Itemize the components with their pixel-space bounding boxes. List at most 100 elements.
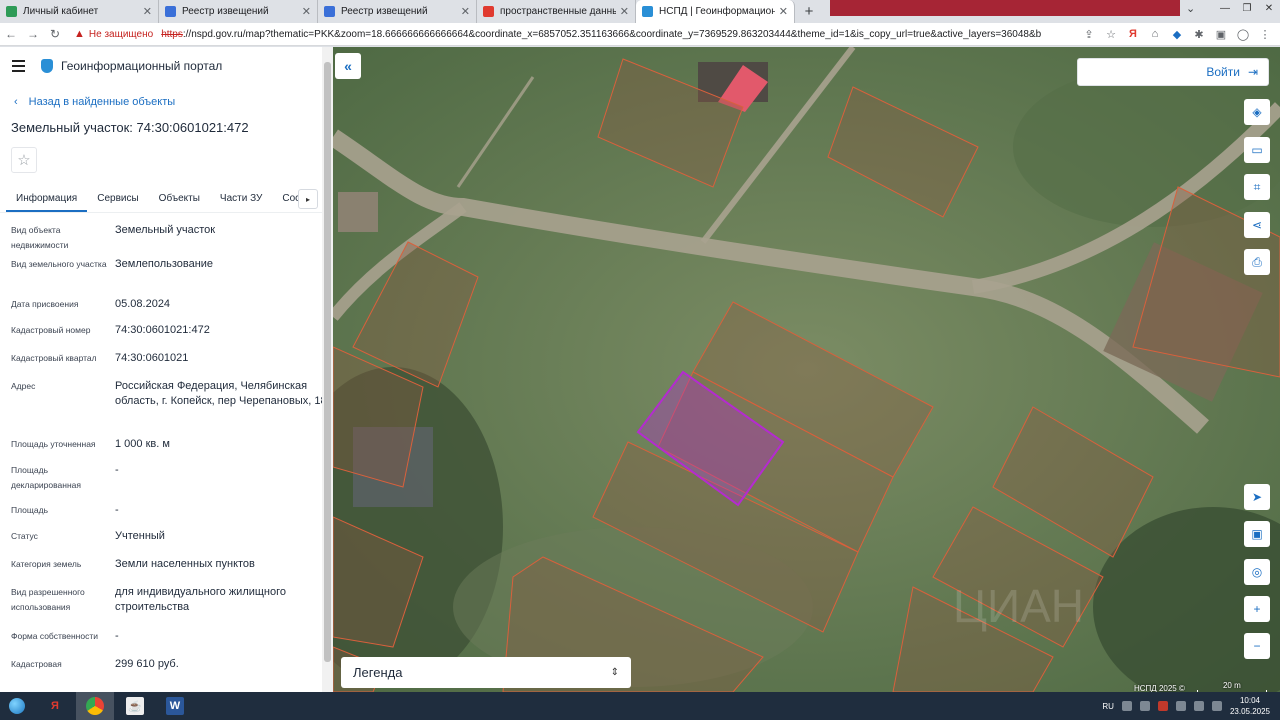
maximize-icon[interactable]: ❐ bbox=[1236, 0, 1258, 16]
plus-icon: + bbox=[1253, 602, 1261, 616]
info-tab[interactable]: Части ЗУ bbox=[210, 187, 272, 212]
bookmark-star-icon[interactable]: ☆ bbox=[1104, 27, 1118, 41]
menu-kebab-icon[interactable]: ⋮ bbox=[1258, 27, 1272, 41]
taskbar-word[interactable]: W bbox=[156, 692, 194, 720]
tray-icon[interactable] bbox=[1121, 701, 1132, 711]
info-tab[interactable]: Объекты bbox=[149, 187, 210, 212]
chevron-updown-icon: ⇕ bbox=[610, 667, 619, 678]
taskbar-chrome[interactable] bbox=[76, 692, 114, 720]
back-to-results-link[interactable]: ‹ Назад в найденные объекты bbox=[14, 96, 333, 108]
close-tab-icon[interactable]: ✕ bbox=[461, 5, 470, 18]
extension-blue-icon[interactable]: ◆ bbox=[1170, 27, 1184, 41]
select-area-button[interactable]: ⌗ bbox=[1244, 174, 1270, 200]
url-scheme: https bbox=[161, 28, 183, 40]
attribute-value: - bbox=[115, 504, 119, 516]
browser-tab[interactable]: Личный кабинет ✕ bbox=[0, 0, 159, 23]
attribute-key: Вид объекта недвижимости bbox=[11, 225, 69, 250]
minimap-button[interactable]: ▣ bbox=[1244, 521, 1270, 547]
extensions-puzzle-icon[interactable]: ✱ bbox=[1192, 27, 1206, 41]
tab-search-chevron-icon[interactable]: ⌄ bbox=[1186, 2, 1195, 15]
attribute-key: Площадь bbox=[11, 505, 49, 515]
forward-arrow-icon[interactable]: → bbox=[22, 27, 44, 41]
tray-icon[interactable] bbox=[1175, 701, 1186, 711]
windows-logo-icon bbox=[9, 698, 25, 714]
building bbox=[338, 192, 378, 232]
address-bar-actions: ⇪ ☆ Я ⌂ ◆ ✱ ▣ ◯ ⋮ bbox=[1082, 27, 1272, 41]
attribute-key: Форма собственности bbox=[11, 631, 98, 641]
browser-tab[interactable]: НСПД | Геоинформационный п ✕ bbox=[636, 0, 795, 23]
tray-icon[interactable] bbox=[1139, 701, 1150, 711]
attribute-row: Адрес Российская Федерация, Челябинская о… bbox=[11, 375, 333, 433]
object-title: Земельный участок: 74:30:0601021:472 bbox=[11, 120, 249, 135]
attribute-row: Площадь уточненная 1 000 кв. м bbox=[11, 433, 333, 459]
attribute-key: Площадь декларированная bbox=[11, 465, 81, 490]
yandex-extension-icon[interactable]: Я bbox=[1126, 27, 1140, 41]
minimize-icon[interactable]: — bbox=[1214, 0, 1236, 16]
taskbar-java[interactable]: ☕ bbox=[116, 692, 154, 720]
taskbar-yandex[interactable]: Я bbox=[36, 692, 74, 720]
network-icon[interactable] bbox=[1193, 701, 1204, 711]
collapse-panel-button[interactable]: « bbox=[335, 53, 361, 79]
share-map-button[interactable]: ⋖ bbox=[1244, 212, 1270, 238]
map-view[interactable]: ЦИАН « Войти ⇥ ◈ ▭ ⌗ ⋖ ⎙ ➤ ▣ ◎ + − Леген… bbox=[333, 47, 1280, 692]
window-controls: — ❐ ✕ bbox=[1214, 0, 1280, 16]
measure-button[interactable]: ▭ bbox=[1244, 137, 1270, 163]
login-button[interactable]: Войти ⇥ bbox=[1077, 58, 1269, 86]
side-panel-icon[interactable]: ▣ bbox=[1214, 27, 1228, 41]
security-indicator[interactable]: ▲ Не защищено bbox=[74, 28, 153, 40]
url-field[interactable]: https://nspd.gov.ru/map?thematic=PKK&zoo… bbox=[161, 29, 1041, 40]
map-scale: НСПД 2025 © 20 m bbox=[1134, 681, 1267, 692]
locate-point-button[interactable]: ◎ bbox=[1244, 559, 1270, 585]
panel-scrollbar[interactable] bbox=[322, 47, 333, 692]
attribute-row: Площадь декларированная - bbox=[11, 459, 333, 499]
geolocate-button[interactable]: ➤ bbox=[1244, 484, 1270, 510]
clock-time: 10:04 bbox=[1239, 696, 1260, 705]
attribute-row: Дата присвоения 05.08.2024 bbox=[11, 293, 333, 319]
zoom-in-button[interactable]: + bbox=[1244, 596, 1270, 622]
browser-tab[interactable]: Реестр извещений ✕ bbox=[318, 0, 477, 23]
close-window-icon[interactable]: ✕ bbox=[1258, 0, 1280, 16]
home-extension-icon[interactable]: ⌂ bbox=[1148, 27, 1162, 41]
attribute-value: Земли населенных пунктов bbox=[115, 558, 255, 570]
favicon-icon bbox=[642, 6, 653, 17]
back-arrow-icon[interactable]: ← bbox=[0, 27, 22, 41]
legend-label: Легенда bbox=[353, 665, 403, 680]
info-tab[interactable]: Информация bbox=[6, 187, 88, 212]
attribute-key: Категория земель bbox=[11, 559, 82, 569]
attribute-key: Площадь уточненная bbox=[11, 439, 96, 449]
attribute-key: Адрес bbox=[11, 381, 36, 391]
volume-icon[interactable] bbox=[1211, 701, 1222, 711]
scrollbar-thumb[interactable] bbox=[324, 62, 331, 662]
profile-avatar-icon[interactable]: ◯ bbox=[1236, 27, 1250, 41]
close-tab-icon[interactable]: ✕ bbox=[779, 5, 788, 18]
reload-icon[interactable]: ↻ bbox=[44, 27, 66, 41]
share-icon[interactable]: ⇪ bbox=[1082, 27, 1096, 41]
zoom-out-button[interactable]: − bbox=[1244, 633, 1270, 659]
menu-hamburger-icon[interactable] bbox=[12, 60, 25, 72]
start-button[interactable] bbox=[0, 692, 34, 720]
close-tab-icon[interactable]: ✕ bbox=[143, 5, 152, 18]
favorite-star-button[interactable]: ☆ bbox=[11, 147, 37, 173]
legend-select[interactable]: Легенда ⇕ bbox=[341, 657, 631, 688]
close-tab-icon[interactable]: ✕ bbox=[620, 5, 629, 18]
info-tab[interactable]: Сервисы bbox=[87, 187, 148, 212]
attribute-value: 05.08.2024 bbox=[115, 298, 171, 310]
tabs-scroll-right-icon[interactable]: ▸ bbox=[298, 189, 318, 209]
attribute-key: Вид разрешенного использования bbox=[11, 587, 85, 612]
tray-icon[interactable] bbox=[1157, 701, 1168, 711]
browser-tab[interactable]: Реестр извещений ✕ bbox=[159, 0, 318, 23]
system-clock[interactable]: 10:04 23.05.2025 bbox=[1230, 695, 1270, 717]
layers-button[interactable]: ◈ bbox=[1244, 99, 1270, 125]
minimap-icon: ▣ bbox=[1251, 527, 1263, 541]
attribute-row: Вид разрешенного использования для индиви… bbox=[11, 581, 333, 625]
browser-tab[interactable]: пространственные данные росс ✕ bbox=[477, 0, 636, 23]
language-indicator[interactable]: RU bbox=[1102, 702, 1114, 711]
attribute-key: Статус bbox=[11, 531, 38, 541]
system-tray: RU 10:04 23.05.2025 bbox=[1102, 695, 1280, 717]
attribute-row: Кадастровый квартал 74:30:0601021 bbox=[11, 347, 333, 375]
new-tab-button[interactable]: + bbox=[799, 1, 819, 21]
attribute-list: Вид объекта недвижимости Земельный участо… bbox=[0, 213, 333, 681]
close-tab-icon[interactable]: ✕ bbox=[302, 5, 311, 18]
satellite-map-canvas[interactable]: ЦИАН bbox=[333, 47, 1280, 692]
print-button[interactable]: ⎙ bbox=[1244, 249, 1270, 275]
